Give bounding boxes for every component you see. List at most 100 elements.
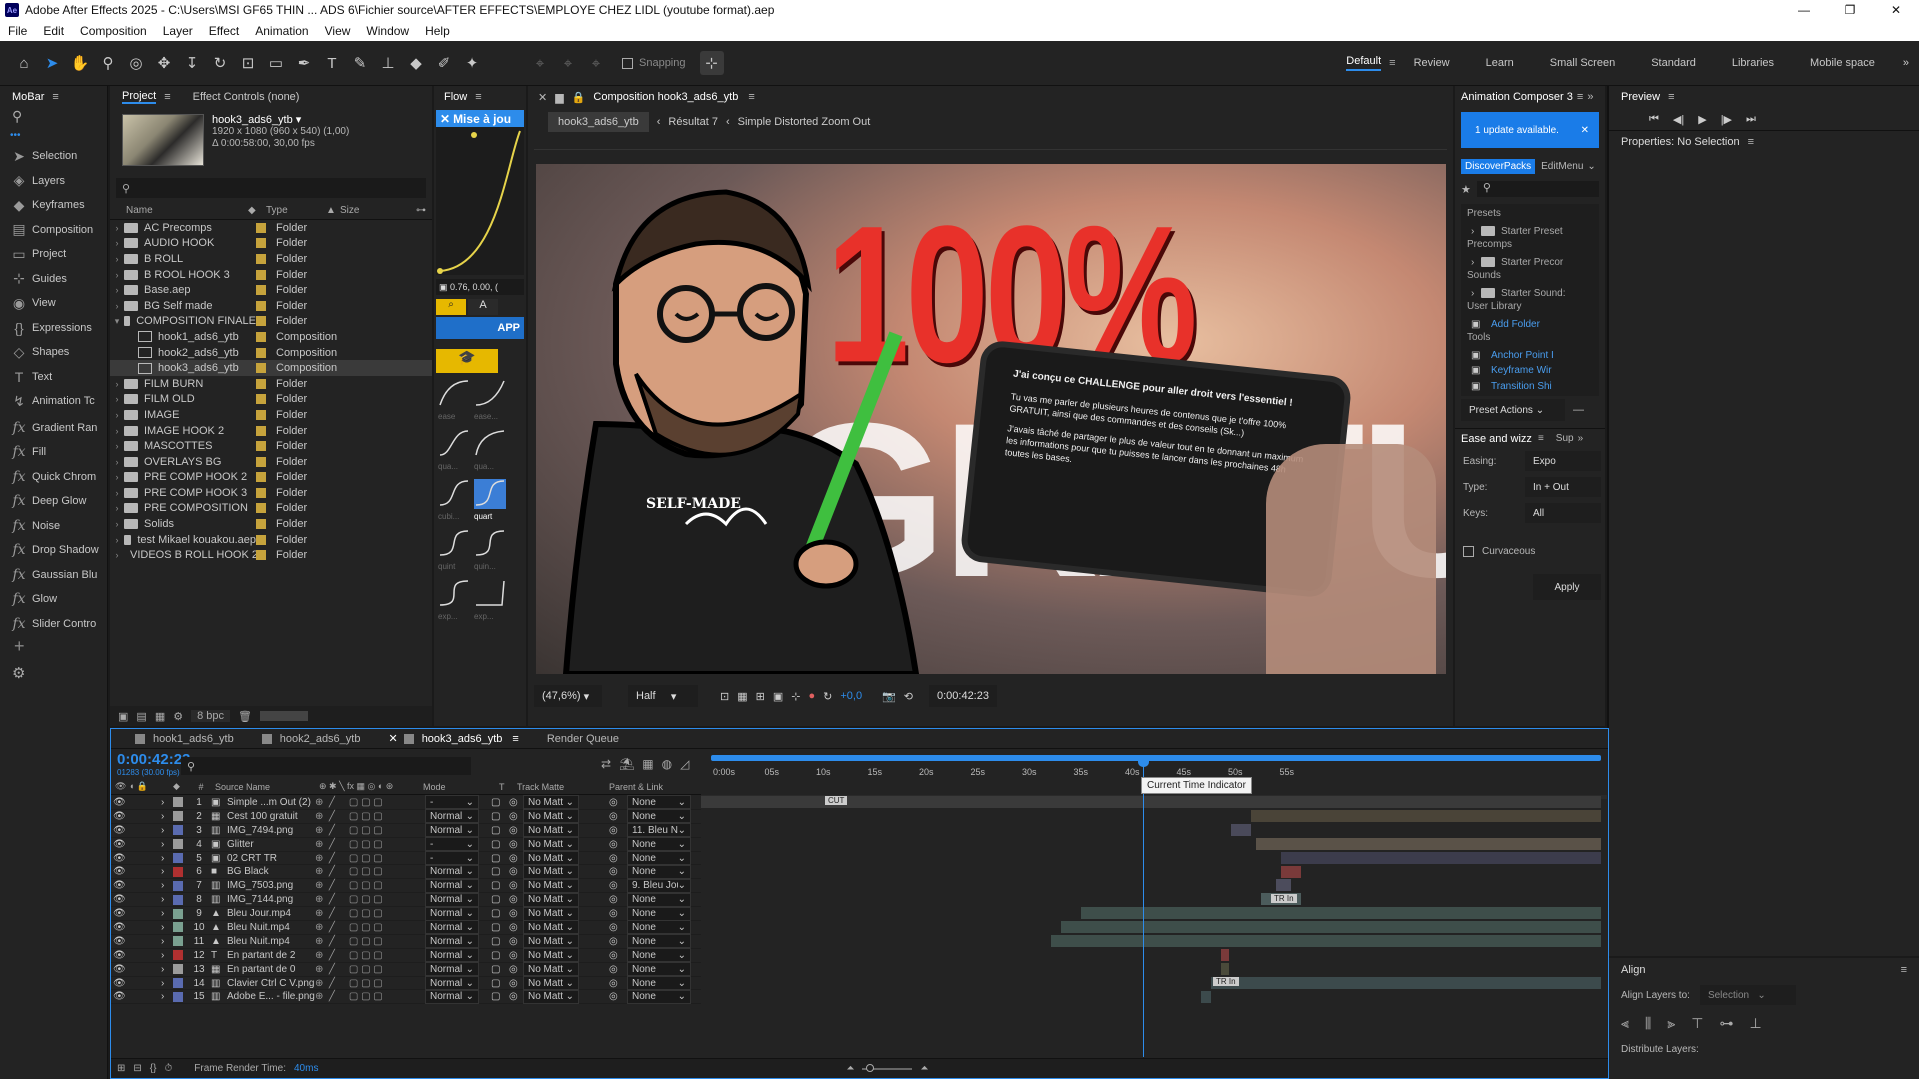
chevron-right-icon[interactable]: ›	[110, 503, 124, 513]
visibility-eye-icon[interactable]: 👁	[111, 880, 126, 891]
mobar-effect-item[interactable]: fx Deep Glow	[0, 489, 107, 514]
layer-duration-bar[interactable]	[1256, 837, 1601, 850]
parent-dropdown[interactable]: None ⌄	[627, 989, 691, 1004]
chevron-right-icon[interactable]: ›	[110, 301, 124, 311]
track-matte-dropdown[interactable]: No Matt ⌄	[523, 934, 579, 949]
parent-dropdown[interactable]: None ⌄	[627, 906, 691, 921]
parent-pickwhip-icon[interactable]: ◎	[609, 964, 627, 975]
ease-preset[interactable]: quart	[474, 479, 506, 525]
tab-preview[interactable]: Preview	[1621, 91, 1660, 103]
chevron-down-icon[interactable]: ⌄	[1587, 161, 1595, 172]
label-color-swatch[interactable]	[256, 363, 266, 374]
label-color-swatch[interactable]	[256, 503, 266, 514]
blend-mode-dropdown[interactable]: Normal ⌄	[425, 920, 479, 935]
layer-duration-bar[interactable]	[1276, 879, 1291, 892]
parent-dropdown[interactable]: 9. Bleu Jour.⌄	[627, 878, 691, 893]
expand-chevron-icon[interactable]: ›	[161, 880, 173, 891]
label-color-swatch[interactable]	[256, 519, 266, 530]
layer-name[interactable]: Bleu Nuit.mp4	[227, 936, 315, 947]
layer-switches[interactable]: ⊕ ╱ ▢ ▢ ▢	[315, 922, 425, 933]
menu-edit[interactable]: Edit	[43, 24, 64, 38]
ease-preset[interactable]: ease...	[474, 379, 506, 425]
menu-effect[interactable]: Effect	[209, 24, 239, 38]
mobar-effect-item[interactable]: fx Gradient Ran	[0, 416, 107, 441]
tab-hook3[interactable]: hook3_ads6_ytb	[422, 733, 503, 745]
track-matte-dropdown[interactable]: No Matt ⌄	[523, 878, 579, 893]
layer-duration-bar[interactable]	[1281, 865, 1301, 878]
label-color-swatch[interactable]	[256, 316, 266, 327]
minimize-icon[interactable]: —	[1781, 3, 1827, 17]
matte-pickwhip-icon[interactable]: ◎	[509, 797, 523, 808]
matte-pickwhip-icon[interactable]: ◎	[509, 866, 523, 877]
anchor-tool-icon[interactable]: ⊡	[236, 51, 260, 75]
preset-actions-dropdown[interactable]: Preset Actions ⌄	[1461, 399, 1565, 421]
label-color-swatch[interactable]	[173, 894, 183, 905]
lock-icon[interactable]: ▆	[555, 91, 563, 104]
visibility-eye-icon[interactable]: 👁	[111, 922, 126, 933]
next-frame-icon[interactable]: |▶	[1721, 113, 1732, 126]
layer-row[interactable]: 👁 › 4 ▣ Glitter ⊕ ╱ ▢ ▢ ▢ - ⌄ ▢ ◎ No Matt ⌄ ◎ None ⌄	[111, 837, 701, 852]
preserve-transparency-checkbox[interactable]: ▢	[491, 978, 509, 989]
panel-menu-icon[interactable]: ≡	[52, 91, 58, 103]
menu-file[interactable]: File	[8, 24, 27, 38]
mobar-item[interactable]: ◆ Keyframes	[0, 193, 107, 218]
close-icon[interactable]: ✕	[538, 91, 547, 104]
label-color-swatch[interactable]	[256, 238, 266, 249]
preserve-transparency-checkbox[interactable]: ▢	[491, 936, 509, 947]
toggle-modes-icon[interactable]: ⊟	[133, 1063, 141, 1074]
hand-tool-icon[interactable]: ✋	[68, 51, 92, 75]
matte-pickwhip-icon[interactable]: ◎	[509, 880, 523, 891]
parent-pickwhip-icon[interactable]: ◎	[609, 908, 627, 919]
layer-row[interactable]: 👁 › 7 ▥ IMG_7503.png ⊕ ╱ ▢ ▢ ▢ Normal ⌄ ▢ ◎ No Mat…	[111, 878, 701, 894]
blend-mode-dropdown[interactable]: Normal ⌄	[425, 823, 479, 838]
favorites-star-icon[interactable]: ★	[1461, 183, 1471, 196]
parent-pickwhip-icon[interactable]: ◎	[609, 922, 627, 933]
project-item[interactable]: › FILM OLD Folder	[110, 392, 432, 408]
add-icon[interactable]: +	[0, 636, 107, 664]
axis-view-icon[interactable]: ⌖	[584, 51, 608, 75]
snapshot-camera-icon[interactable]: 📷	[882, 690, 896, 703]
label-color-swatch[interactable]	[256, 441, 266, 452]
zoom-tool-icon[interactable]: ⚲	[96, 51, 120, 75]
expand-panels-icon[interactable]: »	[1587, 91, 1593, 103]
orbit-tool-icon[interactable]: ◎	[124, 51, 148, 75]
update-notification[interactable]: 1 update available. ✕	[1461, 112, 1599, 148]
chevron-right-icon[interactable]: ›	[110, 457, 124, 467]
track-matte-dropdown[interactable]: No Matt ⌄	[523, 837, 579, 852]
blend-mode-dropdown[interactable]: Normal ⌄	[425, 892, 479, 907]
zoom-in-icon[interactable]: ⏶	[920, 1063, 928, 1074]
layer-row[interactable]: 👁 › 3 ▥ IMG_7494.png ⊕ ╱ ▢ ▢ ▢ Normal ⌄ ▢ ◎ No Mat…	[111, 823, 701, 838]
layer-duration-bar[interactable]	[1251, 809, 1601, 822]
layer-name[interactable]: Clavier Ctrl C V.png	[227, 978, 315, 989]
exposure-value[interactable]: +0,0	[840, 690, 862, 702]
align-vertical-center-icon[interactable]: ⊶	[1719, 1015, 1733, 1032]
layer-row[interactable]: 👁 › 14 ▥ Clavier Ctrl C V.png ⊕ ╱ ▢ ▢ ▢ Normal…	[111, 976, 701, 991]
layer-row[interactable]: 👁 › 8 ▥ IMG_7144.png ⊕ ╱ ▢ ▢ ▢ Normal ⌄ ▢ ◎ No Mat…	[111, 892, 701, 908]
track-matte-dropdown[interactable]: No Matt ⌄	[523, 976, 579, 991]
project-item[interactable]: › PRE COMP HOOK 3 Folder	[110, 485, 432, 501]
first-frame-icon[interactable]: ⏮	[1649, 113, 1659, 126]
visibility-eye-icon[interactable]: 👁	[111, 866, 126, 877]
mobar-item[interactable]: ▭ Project	[0, 242, 107, 267]
project-item[interactable]: › VIDEOS B ROLL HOOK 2 Folder	[110, 547, 432, 563]
preserve-transparency-checkbox[interactable]: ▢	[491, 894, 509, 905]
layer-row[interactable]: 👁 › 15 ▥ Adobe E... - file.png ⊕ ╱ ▢ ▢ ▢ Norma…	[111, 989, 701, 1005]
layer-row[interactable]: 👁 › 12 T En partant de 2 ⊕ ╱ ▢ ▢ ▢ Normal ⌄ ▢ ◎ No…	[111, 948, 701, 963]
label-color-swatch[interactable]	[256, 331, 266, 342]
interpret-footage-icon[interactable]: ▣	[118, 710, 128, 723]
tab-sup[interactable]: Sup	[1556, 433, 1574, 444]
preserve-transparency-checkbox[interactable]: ▢	[491, 922, 509, 933]
project-item[interactable]: › MASCOTTES Folder	[110, 438, 432, 454]
chevron-right-icon[interactable]: ›	[110, 426, 124, 436]
composition-canvas[interactable]: GRATUIT 100% J'ai conçu ce CHALLENGE pou…	[536, 164, 1446, 674]
layer-duration-bar[interactable]	[1051, 935, 1601, 947]
blend-mode-dropdown[interactable]: Normal ⌄	[425, 976, 479, 991]
ease-preset[interactable]: qua...	[474, 429, 506, 475]
grid-guides-icon[interactable]: ⊹	[791, 690, 800, 703]
layer-duration-bar[interactable]	[1081, 907, 1601, 920]
keys-dropdown[interactable]: All	[1525, 503, 1601, 523]
preserve-transparency-checkbox[interactable]: ▢	[491, 853, 509, 864]
library-item[interactable]: ▣ Keyframe Wir	[1467, 363, 1593, 379]
workspace-mobile-space[interactable]: Mobile space	[1810, 57, 1875, 69]
label-color-swatch[interactable]	[173, 964, 183, 975]
